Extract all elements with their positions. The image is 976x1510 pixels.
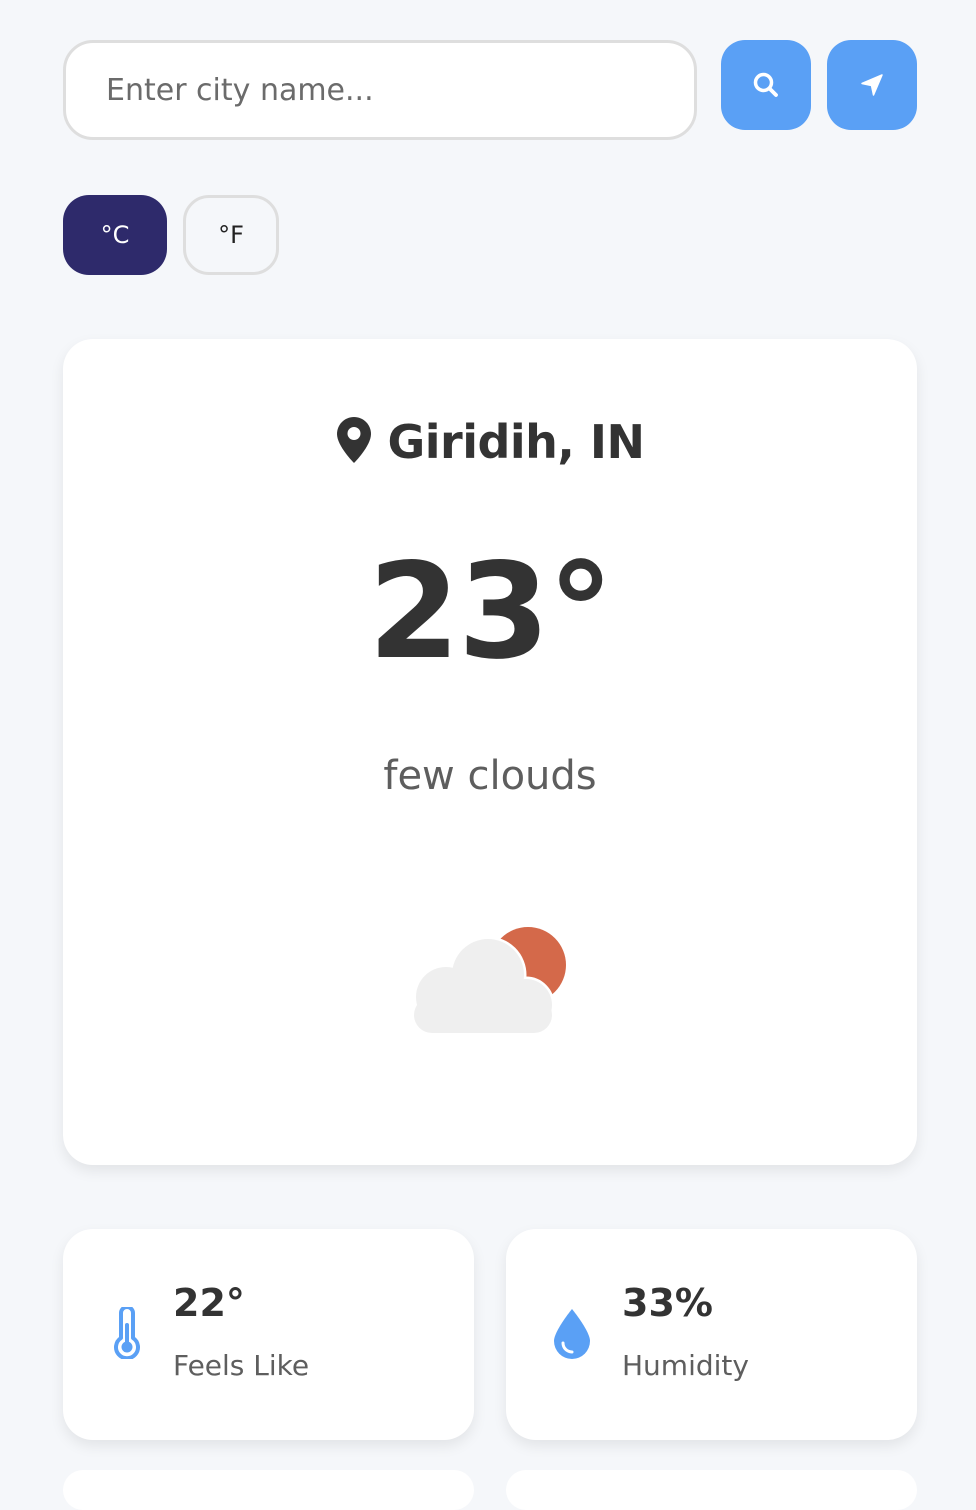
location-arrow-icon [858,71,886,99]
feels-like-label: Feels Like [173,1349,310,1382]
map-pin-icon [335,415,373,469]
feels-like-value: 22° [173,1281,245,1325]
thermometer-icon [109,1305,145,1361]
city-search-input[interactable] [63,40,697,140]
feels-like-card: 22° Feels Like [63,1229,474,1440]
current-location-button[interactable] [827,40,917,130]
current-weather-card: Giridih, IN 23° few clouds [63,339,917,1165]
search-button[interactable] [721,40,811,130]
water-drop-icon [552,1307,590,1359]
search-icon [751,70,781,100]
current-temperature: 23° [368,535,614,689]
search-bar [63,40,917,146]
detail-card-partial [63,1470,474,1510]
fahrenheit-button[interactable]: °F [183,195,279,275]
humidity-label: Humidity [622,1349,749,1382]
humidity-card: 33% Humidity [506,1229,917,1440]
detail-card-partial [506,1470,917,1510]
location-name: Giridih, IN [387,415,645,469]
celsius-button[interactable]: °C [63,195,167,275]
few-clouds-day-icon [410,925,574,1039]
location-heading: Giridih, IN [63,415,917,469]
weather-description: few clouds [383,753,597,799]
humidity-value: 33% [622,1281,713,1325]
